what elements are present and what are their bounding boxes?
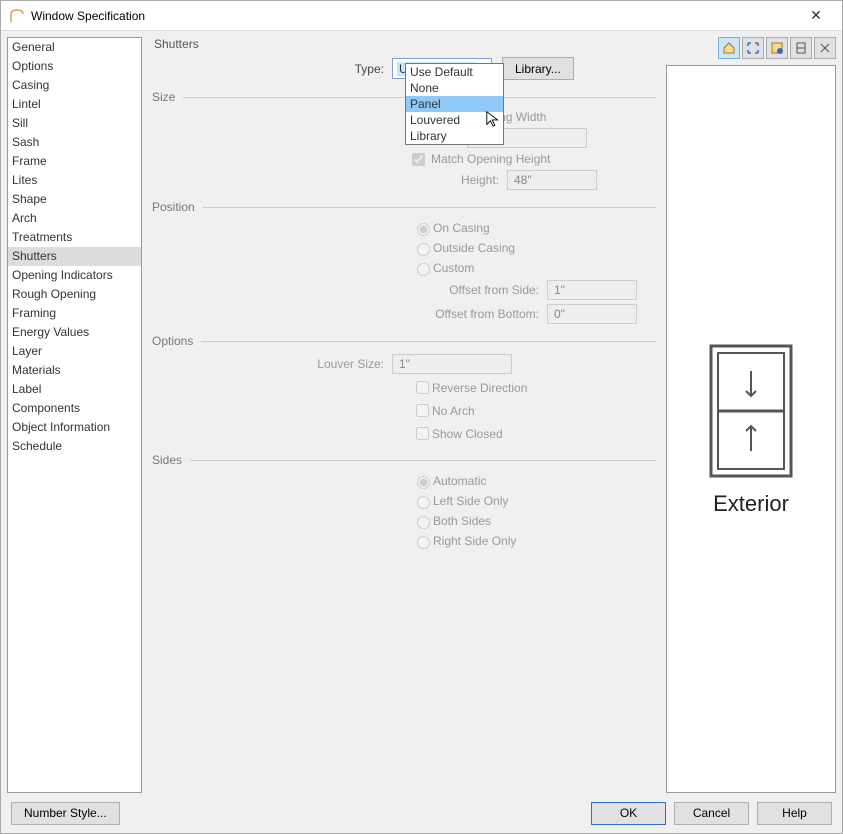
view-color-icon[interactable]	[766, 37, 788, 59]
nav-item-casing[interactable]: Casing	[8, 76, 141, 95]
window-preview-icon	[706, 341, 796, 481]
dialog-body: GeneralOptionsCasingLintelSillSashFrameL…	[1, 31, 842, 793]
nav-item-options[interactable]: Options	[8, 57, 141, 76]
right-only-radio	[417, 536, 430, 549]
nav-item-sill[interactable]: Sill	[8, 114, 141, 133]
ok-button[interactable]: OK	[591, 802, 666, 825]
on-casing-radio	[417, 223, 430, 236]
show-closed-checkbox	[416, 427, 429, 440]
nav-item-framing[interactable]: Framing	[8, 304, 141, 323]
preview-viewport[interactable]: Exterior	[666, 65, 836, 793]
help-button[interactable]: Help	[757, 802, 832, 825]
outside-casing-label: Outside Casing	[433, 241, 515, 255]
category-nav[interactable]: GeneralOptionsCasingLintelSillSashFrameL…	[7, 37, 142, 793]
type-option-panel[interactable]: Panel	[406, 96, 503, 112]
nav-item-shape[interactable]: Shape	[8, 190, 141, 209]
type-option-louvered[interactable]: Louvered	[406, 112, 503, 128]
type-option-use-default[interactable]: Use Default	[406, 64, 503, 80]
window-title: Window Specification	[9, 8, 798, 24]
offset-bottom-field	[547, 304, 637, 324]
reverse-label: Reverse Direction	[432, 381, 527, 395]
nav-item-opening-indicators[interactable]: Opening Indicators	[8, 266, 141, 285]
view-cross-icon[interactable]	[814, 37, 836, 59]
no-arch-checkbox	[416, 404, 429, 417]
view-fullscreen-icon[interactable]	[742, 37, 764, 59]
library-button[interactable]: Library...	[502, 57, 574, 80]
match-height-row: Match Opening Height	[412, 152, 656, 166]
preview-toolbar	[666, 37, 836, 61]
type-option-library[interactable]: Library	[406, 128, 503, 144]
no-arch-label: No Arch	[432, 404, 475, 418]
nav-item-arch[interactable]: Arch	[8, 209, 141, 228]
sides-group: Sides Automatic Left Side Only Both Side…	[152, 453, 656, 549]
type-dropdown-popup[interactable]: Use DefaultNonePanelLouveredLibrary	[405, 63, 504, 145]
titlebar: Window Specification ✕	[1, 1, 842, 31]
nav-item-materials[interactable]: Materials	[8, 361, 141, 380]
louver-size-field	[392, 354, 512, 374]
options-group-title: Options	[152, 334, 193, 348]
title-text: Window Specification	[31, 9, 145, 23]
offset-bottom-label: Offset from Bottom:	[152, 307, 547, 321]
height-field	[507, 170, 597, 190]
automatic-radio	[417, 476, 430, 489]
preview-panel: Exterior	[666, 37, 836, 793]
match-height-checkbox	[412, 153, 425, 166]
nav-item-sash[interactable]: Sash	[8, 133, 141, 152]
view-home-icon[interactable]	[718, 37, 740, 59]
preview-caption: Exterior	[713, 491, 789, 517]
number-style-button[interactable]: Number Style...	[11, 802, 120, 825]
dialog-footer: Number Style... OK Cancel Help	[1, 793, 842, 833]
custom-radio	[417, 263, 430, 276]
louver-size-label: Louver Size:	[152, 357, 392, 371]
view-wire-icon[interactable]	[790, 37, 812, 59]
left-only-radio	[417, 496, 430, 509]
position-group-title: Position	[152, 200, 195, 214]
nav-item-rough-opening[interactable]: Rough Opening	[8, 285, 141, 304]
offset-side-field	[547, 280, 637, 300]
nav-item-layer[interactable]: Layer	[8, 342, 141, 361]
nav-item-lites[interactable]: Lites	[8, 171, 141, 190]
offset-side-label: Offset from Side:	[152, 283, 547, 297]
right-only-label: Right Side Only	[433, 534, 516, 548]
nav-item-label[interactable]: Label	[8, 380, 141, 399]
cancel-button[interactable]: Cancel	[674, 802, 749, 825]
nav-item-general[interactable]: General	[8, 38, 141, 57]
form-panel: Shutters Type: Use Default ▼ Library... …	[148, 37, 660, 793]
left-only-label: Left Side Only	[433, 494, 508, 508]
nav-item-components[interactable]: Components	[8, 399, 141, 418]
panel-title: Shutters	[152, 37, 656, 51]
outside-casing-radio	[417, 243, 430, 256]
nav-item-energy-values[interactable]: Energy Values	[8, 323, 141, 342]
window-specification-dialog: Window Specification ✕ GeneralOptionsCas…	[0, 0, 843, 834]
app-icon	[9, 8, 25, 24]
nav-item-object-information[interactable]: Object Information	[8, 418, 141, 437]
nav-item-frame[interactable]: Frame	[8, 152, 141, 171]
both-sides-radio	[417, 516, 430, 529]
position-group: Position On Casing Outside Casing Custom…	[152, 200, 656, 324]
reverse-checkbox	[416, 381, 429, 394]
close-button[interactable]: ✕	[798, 7, 834, 24]
sides-group-title: Sides	[152, 453, 182, 467]
custom-label: Custom	[433, 261, 474, 275]
automatic-label: Automatic	[433, 474, 486, 488]
on-casing-label: On Casing	[433, 221, 490, 235]
both-sides-label: Both Sides	[433, 514, 491, 528]
match-height-label: Match Opening Height	[431, 152, 550, 166]
type-row: Type: Use Default ▼ Library...	[152, 57, 656, 80]
nav-item-shutters[interactable]: Shutters	[8, 247, 141, 266]
main-area: Shutters Type: Use Default ▼ Library... …	[148, 37, 836, 793]
type-option-none[interactable]: None	[406, 80, 503, 96]
nav-item-schedule[interactable]: Schedule	[8, 437, 141, 456]
height-label: Height:	[152, 173, 507, 187]
nav-item-treatments[interactable]: Treatments	[8, 228, 141, 247]
size-group: Size Match Opening Width Match Opening H…	[152, 90, 656, 190]
nav-item-lintel[interactable]: Lintel	[8, 95, 141, 114]
options-group: Options Louver Size: Reverse Direction N…	[152, 334, 656, 443]
show-closed-label: Show Closed	[432, 427, 503, 441]
size-group-title: Size	[152, 90, 175, 104]
type-label: Type:	[152, 62, 392, 76]
